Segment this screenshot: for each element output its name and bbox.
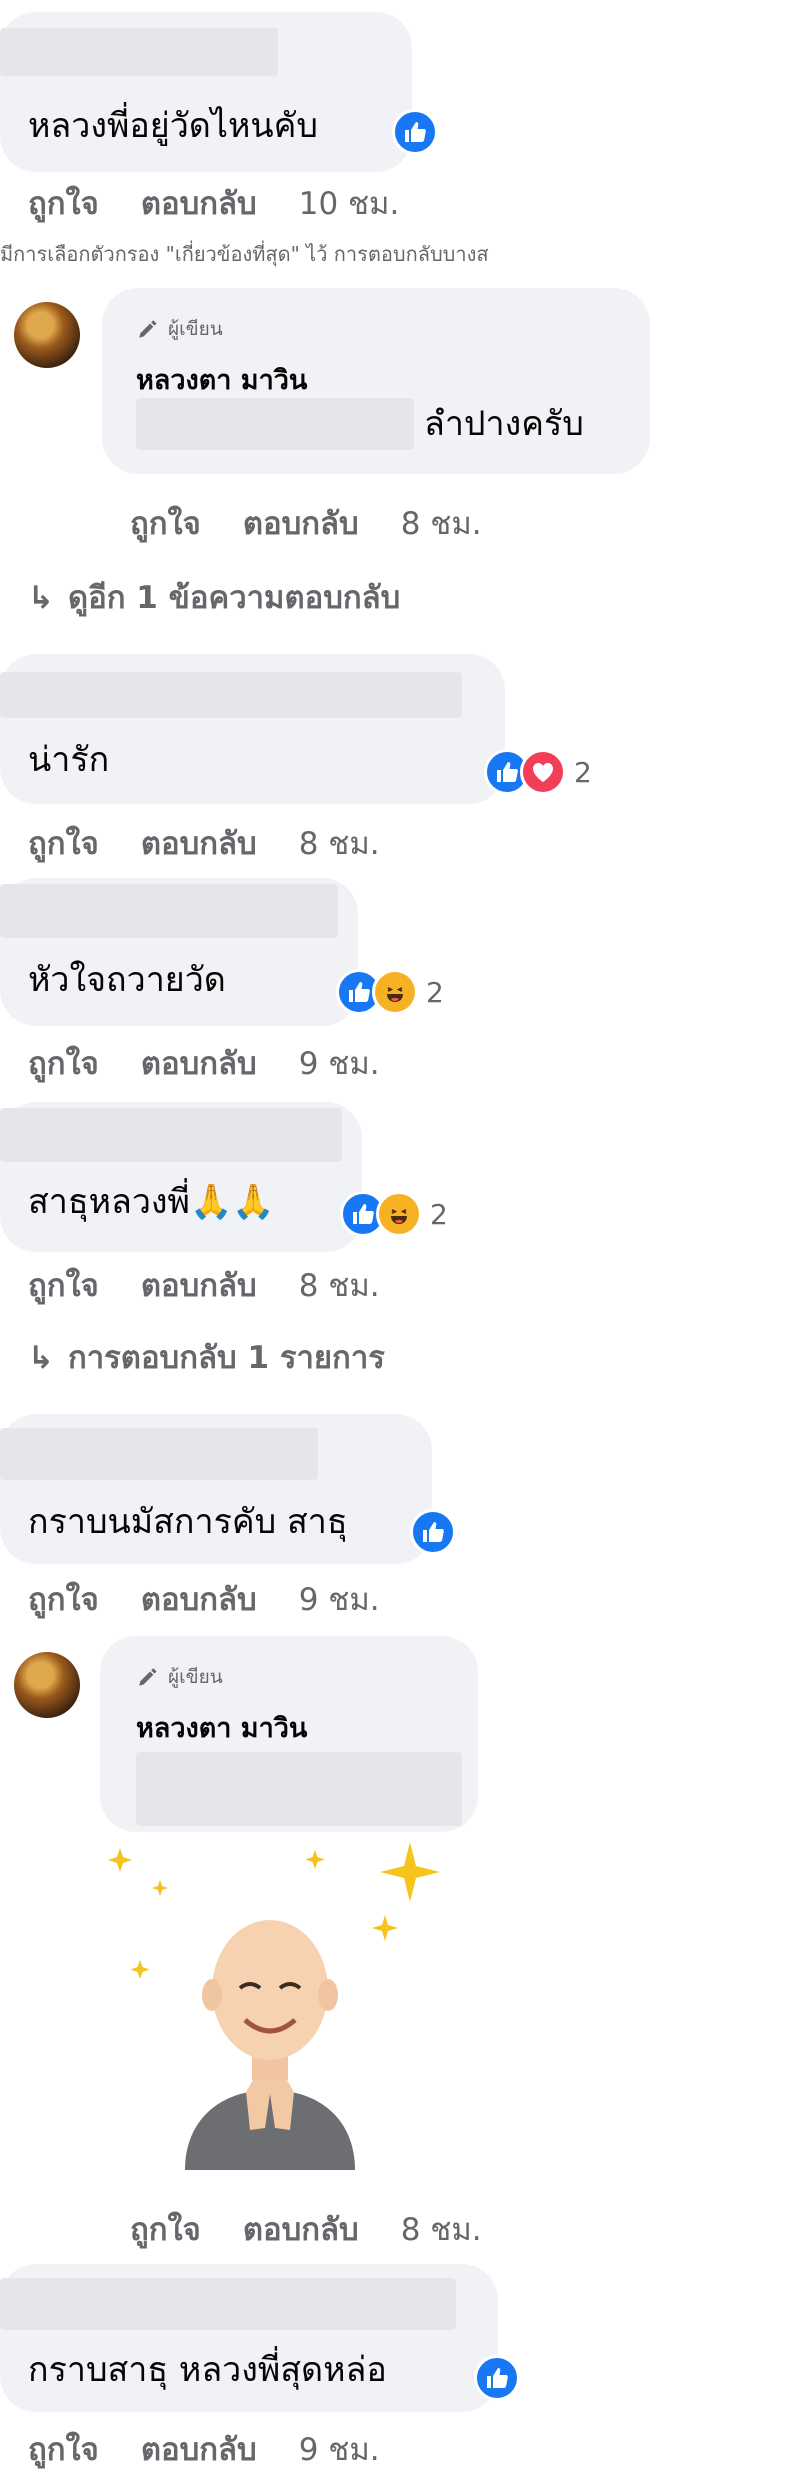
redacted-commenter-name	[0, 28, 278, 76]
comment-text: หัวใจถวายวัด	[28, 960, 226, 1000]
reply-button[interactable]: ตอบกลับ	[141, 2432, 257, 2468]
timestamp[interactable]: 9 ชม.	[299, 1046, 380, 1082]
like-button[interactable]: ถูกใจ	[130, 506, 201, 542]
comment-text: หลวงพี่อยู่วัดไหนคับ	[28, 106, 318, 146]
comment-actions: ถูกใจ ตอบกลับ 8 ชม.	[28, 818, 422, 868]
timestamp[interactable]: 8 ชม.	[401, 506, 482, 542]
redacted-commenter-name	[0, 672, 462, 718]
author-name[interactable]: หลวงตา มาวิน	[136, 358, 307, 401]
redacted-commenter-name	[0, 884, 338, 938]
reaction-summary[interactable]	[392, 108, 438, 156]
like-button[interactable]: ถูกใจ	[28, 1268, 99, 1304]
reaction-summary[interactable]	[410, 1508, 456, 1556]
reply-button[interactable]: ตอบกลับ	[141, 1268, 257, 1304]
redacted-commenter-name	[0, 1108, 342, 1162]
like-button[interactable]: ถูกใจ	[28, 1046, 99, 1082]
timestamp[interactable]: 9 ชม.	[299, 2432, 380, 2468]
love-icon	[520, 749, 566, 795]
comment-text: ลำปางครับ	[424, 404, 584, 444]
reply-button[interactable]: ตอบกลับ	[141, 1582, 257, 1618]
reaction-count: 2	[426, 975, 444, 1009]
filter-notice: มีการเลือกตัวกรอง "เกี่ยวข้องที่สุด" ไว้…	[0, 242, 489, 266]
reaction-summary[interactable]: 2	[340, 1190, 448, 1238]
author-badge: ผู้เขียน	[136, 314, 223, 344]
reaction-summary[interactable]: 2	[336, 968, 444, 1016]
like-button[interactable]: ถูกใจ	[28, 1582, 99, 1618]
folded-hands-emoji: 🙏🙏	[189, 1182, 275, 1222]
redacted-text	[136, 1752, 462, 1826]
view-more-replies[interactable]: ↳ ดูอีก 1 ข้อความตอบกลับ	[28, 572, 400, 622]
author-badge: ผู้เขียน	[136, 1662, 223, 1692]
comment-actions: ถูกใจ ตอบกลับ 8 ชม.	[28, 1260, 422, 1310]
reply-button[interactable]: ตอบกลับ	[243, 2212, 359, 2248]
pen-icon	[139, 1667, 157, 1686]
like-icon	[392, 109, 438, 155]
comment-actions: ถูกใจ ตอบกลับ 9 ชม.	[28, 1574, 422, 1624]
reaction-summary[interactable]: 2	[484, 748, 592, 796]
timestamp[interactable]: 8 ชม.	[299, 826, 380, 862]
redacted-commenter-name	[0, 1428, 318, 1480]
comment-text: น่ารัก	[28, 740, 110, 780]
comment-actions: ถูกใจ ตอบกลับ 10 ชม.	[28, 178, 441, 228]
author-avatar[interactable]	[14, 302, 80, 368]
reply-button[interactable]: ตอบกลับ	[243, 506, 359, 542]
timestamp[interactable]: 10 ชม.	[299, 186, 400, 222]
reply-button[interactable]: ตอบกลับ	[141, 186, 257, 222]
comment-text: กราบสาธุ หลวงพี่สุดหล่อ	[28, 2350, 387, 2390]
haha-icon	[376, 1191, 422, 1237]
reply-button[interactable]: ตอบกลับ	[141, 826, 257, 862]
praying-monk-sticker[interactable]	[100, 1830, 450, 2190]
reaction-count: 2	[574, 755, 592, 789]
timestamp[interactable]: 9 ชม.	[299, 1582, 380, 1618]
haha-icon	[372, 969, 418, 1015]
comment-text: กราบนมัสการคับ สาธุ	[28, 1502, 348, 1542]
view-replies[interactable]: ↳ การตอบกลับ 1 รายการ	[28, 1332, 385, 1382]
comment-actions: ถูกใจ ตอบกลับ 9 ชม.	[28, 2424, 422, 2474]
redacted-commenter-name	[0, 2278, 456, 2330]
like-button[interactable]: ถูกใจ	[28, 826, 99, 862]
reply-button[interactable]: ตอบกลับ	[141, 1046, 257, 1082]
reply-arrow-icon: ↳	[28, 1340, 54, 1376]
comment-actions: ถูกใจ ตอบกลับ 8 ชม.	[130, 2204, 524, 2254]
redacted-text	[136, 398, 414, 450]
like-icon	[410, 1509, 456, 1555]
reaction-summary[interactable]	[474, 2354, 520, 2402]
comment-text: สาธุหลวงพี่🙏🙏	[28, 1182, 275, 1222]
reaction-count: 2	[430, 1197, 448, 1231]
comment-actions: ถูกใจ ตอบกลับ 8 ชม.	[130, 498, 524, 548]
like-icon	[474, 2355, 520, 2401]
comment-actions: ถูกใจ ตอบกลับ 9 ชม.	[28, 1038, 422, 1088]
like-button[interactable]: ถูกใจ	[28, 186, 99, 222]
like-button[interactable]: ถูกใจ	[28, 2432, 99, 2468]
reply-arrow-icon: ↳	[28, 580, 54, 616]
timestamp[interactable]: 8 ชม.	[299, 1268, 380, 1304]
pen-icon	[139, 319, 157, 338]
author-avatar[interactable]	[14, 1652, 80, 1718]
author-name[interactable]: หลวงตา มาวิน	[136, 1706, 307, 1749]
like-button[interactable]: ถูกใจ	[130, 2212, 201, 2248]
timestamp[interactable]: 8 ชม.	[401, 2212, 482, 2248]
